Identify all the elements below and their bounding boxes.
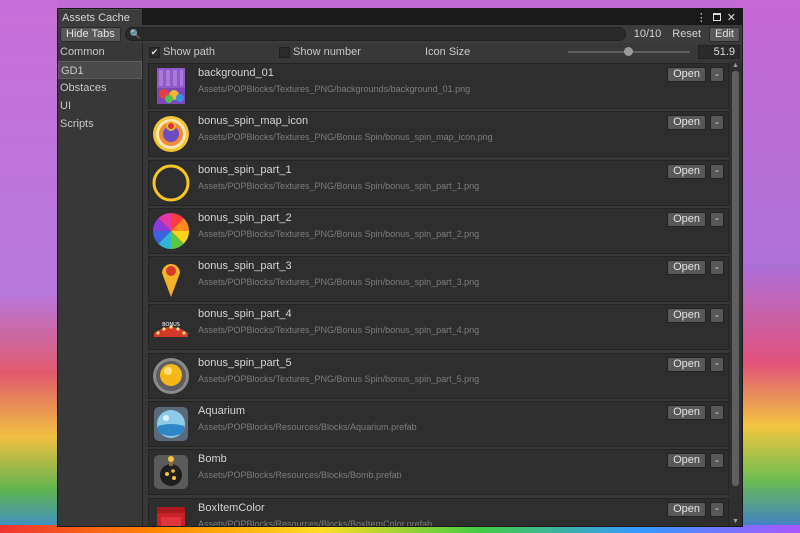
asset-item-2[interactable]: bonus_spin_part_1 Assets/POPBlocks/Textur… [148,159,729,206]
window-tab-label: Assets Cache [62,11,130,24]
asset-item-0[interactable]: background_01 Assets/POPBlocks/Textures_P… [148,63,729,109]
reset-button[interactable]: Reset [668,28,705,40]
asset-item-8[interactable]: Bomb Assets/POPBlocks/Resources/Blocks/Bo… [148,449,729,496]
asset-name: Bomb [198,453,227,466]
asset-path: Assets/POPBlocks/Resources/Blocks/Bomb.p… [198,470,402,481]
hide-tabs-button[interactable]: Hide Tabs [60,26,121,42]
remove-button[interactable]: - [710,453,724,469]
pointer-icon [149,257,193,301]
vertical-scrollbar[interactable]: ▲ ▼ [729,61,742,526]
item-counter: 10/10 [633,28,662,40]
asset-path: Assets/POPBlocks/Textures_PNG/background… [198,84,471,94]
icon-size-value[interactable]: 51.9 [698,45,740,59]
asset-name: bonus_spin_map_icon [198,115,309,128]
open-button[interactable]: Open [667,356,706,372]
options-bar: ✔ Show path Show number Icon Size 51.9 [143,43,742,61]
asset-path: Assets/POPBlocks/Textures_PNG/Bonus Spin… [198,277,480,288]
window-tab[interactable]: Assets Cache [58,9,142,25]
lights-icon: BONUS [149,305,193,349]
remove-button[interactable]: - [710,260,724,276]
asset-name: bonus_spin_part_1 [198,163,292,176]
show-path-checkbox[interactable]: ✔ [149,46,160,58]
background-icon [149,64,193,108]
asset-item-6[interactable]: bonus_spin_part_5 Assets/POPBlocks/Textur… [148,352,729,399]
asset-item-9[interactable]: BoxItemColor Assets/POPBlocks/Resources/B… [148,497,729,526]
asset-name: BoxItemColor [198,501,265,514]
scroll-up-arrow[interactable]: ▲ [732,61,739,70]
asset-list: background_01 Assets/POPBlocks/Textures_P… [143,61,729,526]
asset-path: Assets/POPBlocks/Textures_PNG/Bonus Spin… [198,373,480,384]
sidebar-item-obstaces[interactable]: Obstaces [58,79,142,97]
remove-button[interactable]: - [710,356,724,372]
asset-item-5[interactable]: BONUS bonus_spin_part_4 Assets/POPBlocks/T… [148,304,729,351]
asset-path: Assets/POPBlocks/Textures_PNG/Bonus Spin… [198,228,480,239]
open-button[interactable]: Open [667,67,706,82]
asset-path: Assets/POPBlocks/Textures_PNG/Bonus Spin… [198,132,493,143]
close-icon[interactable]: ✕ [727,11,736,24]
show-number-label: Show number [293,46,361,58]
remove-button[interactable]: - [710,211,724,227]
remove-button[interactable]: - [710,163,724,179]
asset-name: bonus_spin_part_4 [198,308,292,321]
remove-button[interactable]: - [710,67,724,82]
remove-button[interactable]: - [710,501,724,517]
asset-path: Assets/POPBlocks/Resources/Blocks/BoxIte… [198,518,433,526]
aquarium-icon [149,402,193,446]
title-bar: Assets Cache ⋮ ✕ [58,9,742,25]
scroll-down-arrow[interactable]: ▼ [732,517,739,526]
asset-name: bonus_spin_part_3 [198,260,292,273]
search-icon: 🔍 [129,28,141,39]
asset-path: Assets/POPBlocks/Textures_PNG/Bonus Spin… [198,325,480,336]
asset-name: Aquarium [198,405,246,418]
maximize-icon[interactable] [712,13,721,21]
toolbar: Hide Tabs 🔍 10/10 Reset Edit [58,25,742,43]
open-button[interactable]: Open [667,260,706,276]
asset-item-4[interactable]: bonus_spin_part_3 Assets/POPBlocks/Textur… [148,256,729,303]
remove-button[interactable]: - [710,115,724,131]
show-path-label: Show path [163,46,215,58]
open-button[interactable]: Open [667,163,706,179]
color-wheel-icon [149,209,193,253]
background-right [740,0,800,533]
sidebar-item-common[interactable]: Common [58,43,142,61]
open-button[interactable]: Open [667,501,706,517]
bomb-icon [149,450,193,494]
asset-path: Assets/POPBlocks/Textures_PNG/Bonus Spin… [198,180,480,191]
scroll-thumb[interactable] [732,71,739,486]
spin-map-icon [149,112,193,156]
sidebar-item-gd1[interactable]: GD1 [58,61,142,79]
asset-name: background_01 [198,67,274,79]
slider-thumb[interactable] [623,47,633,56]
search-input[interactable]: 🔍 [124,27,626,41]
svg-text:BONUS: BONUS [162,322,180,328]
icon-size-label: Icon Size [425,46,471,58]
icon-size-slider[interactable] [568,46,690,58]
asset-name: bonus_spin_part_5 [198,356,292,369]
open-button[interactable]: Open [667,308,706,324]
box-icon [149,499,193,526]
background-left [0,0,58,533]
edit-button[interactable]: Edit [709,26,740,42]
sidebar-item-ui[interactable]: UI [58,97,142,115]
tab-sidebar: Common GD1 Obstaces UI Scripts [58,43,143,526]
open-button[interactable]: Open [667,405,706,421]
kebab-menu-icon[interactable]: ⋮ [696,11,707,24]
asset-item-1[interactable]: bonus_spin_map_icon Assets/POPBlocks/Text… [148,111,729,158]
asset-name: bonus_spin_part_2 [198,211,292,224]
remove-button[interactable]: - [710,405,724,421]
show-number-checkbox[interactable] [279,46,290,58]
remove-button[interactable]: - [710,308,724,324]
assets-cache-window: Assets Cache ⋮ ✕ Hide Tabs 🔍 10/10 Reset… [57,8,743,527]
open-button[interactable]: Open [667,211,706,227]
button-icon [149,354,193,398]
open-button[interactable]: Open [667,453,706,469]
ring-icon [149,161,193,205]
asset-path: Assets/POPBlocks/Resources/Blocks/Aquari… [198,422,417,433]
asset-item-7[interactable]: Aquarium Assets/POPBlocks/Resources/Block… [148,401,729,448]
open-button[interactable]: Open [667,115,706,131]
sidebar-item-scripts[interactable]: Scripts [58,115,142,133]
asset-item-3[interactable]: bonus_spin_part_2 Assets/POPBlocks/Textur… [148,207,729,254]
